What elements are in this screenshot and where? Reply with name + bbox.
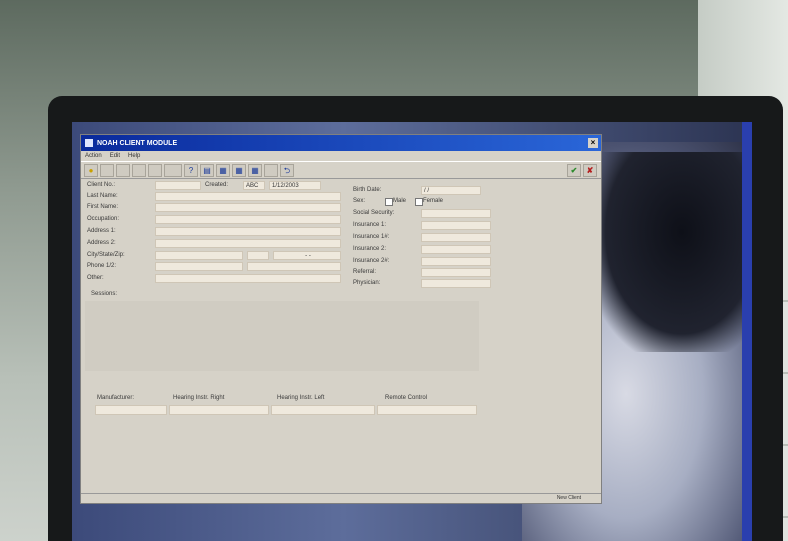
- label-occupation: Occupation:: [87, 216, 120, 222]
- label-last-name: Last Name:: [87, 193, 118, 199]
- grid-view-icon-3[interactable]: ▦: [248, 163, 262, 177]
- confirm-check-icon[interactable]: ✔: [567, 163, 581, 177]
- insurance-2-field[interactable]: [421, 245, 491, 254]
- label-phone: Phone 1/2:: [87, 263, 117, 269]
- grid-view-icon-2[interactable]: ▦: [232, 163, 246, 177]
- menu-edit[interactable]: Edit: [110, 153, 120, 159]
- female-radio[interactable]: [415, 198, 423, 206]
- label-sex: Sex:: [353, 198, 366, 204]
- status-bar: New Client: [81, 493, 601, 503]
- created-by-field[interactable]: ABC: [243, 181, 265, 190]
- app-icon: [85, 139, 93, 147]
- manufacturer-cell[interactable]: [95, 405, 167, 415]
- menu-help[interactable]: Help: [128, 153, 140, 159]
- address-2-field[interactable]: [155, 239, 341, 248]
- created-date-field[interactable]: 1/12/2003: [269, 181, 321, 190]
- new-record-icon[interactable]: ●: [84, 163, 98, 177]
- phone-2-field[interactable]: [247, 262, 341, 271]
- label-social-security: Social Security:: [353, 210, 395, 216]
- toolbar-button-6[interactable]: [264, 163, 278, 177]
- toolbar-button-2[interactable]: [116, 163, 130, 177]
- label-sessions: Sessions:: [91, 291, 118, 297]
- document-icon[interactable]: ▤: [200, 163, 214, 177]
- desktop-edge: [742, 122, 752, 541]
- toolbar-button-3[interactable]: [132, 163, 146, 177]
- client-module-window: NOAH CLIENT MODULE × Action Edit Help ● …: [80, 134, 602, 504]
- window-close-button[interactable]: ×: [588, 138, 598, 148]
- menu-action[interactable]: Action: [85, 153, 102, 159]
- label-address-1: Address 1:: [87, 228, 116, 234]
- hi-left-cell[interactable]: [271, 405, 375, 415]
- last-name-field[interactable]: [155, 192, 341, 201]
- label-male: Male: [393, 198, 407, 204]
- toolbar: ● ? ▤ ▦ ▦ ▦ ⮌ ✔ ✘: [81, 161, 601, 179]
- desktop-wallpaper-hair: [592, 152, 742, 352]
- insurance-1-number-field[interactable]: [421, 233, 491, 242]
- label-client-no: Client No.:: [87, 182, 116, 188]
- toolbar-button-4[interactable]: [148, 163, 162, 177]
- label-birth-date: Birth Date:: [353, 187, 382, 193]
- grid-header-hi-right: Hearing Instr. Right: [173, 395, 225, 401]
- referral-field[interactable]: [421, 268, 491, 277]
- birth-date-field[interactable]: / /: [421, 186, 481, 195]
- grid-header-hi-left: Hearing Instr. Left: [277, 395, 325, 401]
- other-field[interactable]: [155, 274, 341, 283]
- insurance-2-number-field[interactable]: [421, 257, 491, 266]
- label-female: Female: [423, 198, 444, 204]
- grid-header-manufacturer: Manufacturer:: [97, 395, 135, 401]
- occupation-field[interactable]: [155, 215, 341, 224]
- state-field[interactable]: [247, 251, 269, 260]
- sessions-area[interactable]: [85, 301, 479, 371]
- toolbar-button-1[interactable]: [100, 163, 114, 177]
- insurance-1-field[interactable]: [421, 221, 491, 230]
- label-referral: Referral:: [353, 269, 377, 275]
- label-insurance-1: Insurance 1:: [353, 222, 387, 228]
- physician-field[interactable]: [421, 279, 491, 288]
- monitor-screen: NOAH CLIENT MODULE × Action Edit Help ● …: [72, 122, 752, 541]
- city-field[interactable]: [155, 251, 243, 260]
- male-radio[interactable]: [385, 198, 393, 206]
- help-icon[interactable]: ?: [184, 163, 198, 177]
- label-city-state-zip: City/State/Zip:: [87, 252, 125, 258]
- menu-bar: Action Edit Help: [81, 151, 601, 161]
- client-no-field[interactable]: [155, 181, 201, 190]
- zip-field[interactable]: - -: [273, 251, 341, 260]
- label-insurance-2-number: Insurance 2#:: [353, 258, 390, 264]
- label-address-2: Address 2:: [87, 240, 116, 246]
- cancel-x-icon[interactable]: ✘: [583, 163, 597, 177]
- label-physician: Physician:: [353, 280, 381, 286]
- label-insurance-2: Insurance 2:: [353, 246, 387, 252]
- window-title: NOAH CLIENT MODULE: [97, 139, 178, 147]
- hi-right-cell[interactable]: [169, 405, 269, 415]
- grid-view-icon-1[interactable]: ▦: [216, 163, 230, 177]
- phone-1-field[interactable]: [155, 262, 243, 271]
- remote-control-cell[interactable]: [377, 405, 477, 415]
- first-name-field[interactable]: [155, 203, 341, 212]
- status-text: New Client: [556, 495, 581, 501]
- toolbar-button-5[interactable]: [164, 163, 182, 177]
- label-first-name: First Name:: [87, 204, 119, 210]
- label-insurance-1-number: Insurance 1#:: [353, 234, 390, 240]
- label-other: Other:: [87, 275, 104, 281]
- undo-icon[interactable]: ⮌: [280, 163, 294, 177]
- title-bar: NOAH CLIENT MODULE ×: [81, 135, 601, 151]
- client-form: Client No.: Last Name: First Name: Occup…: [81, 179, 601, 503]
- social-security-field[interactable]: [421, 209, 491, 218]
- grid-header-remote-control: Remote Control: [385, 395, 428, 401]
- label-created: Created:: [205, 182, 229, 188]
- address-1-field[interactable]: [155, 227, 341, 236]
